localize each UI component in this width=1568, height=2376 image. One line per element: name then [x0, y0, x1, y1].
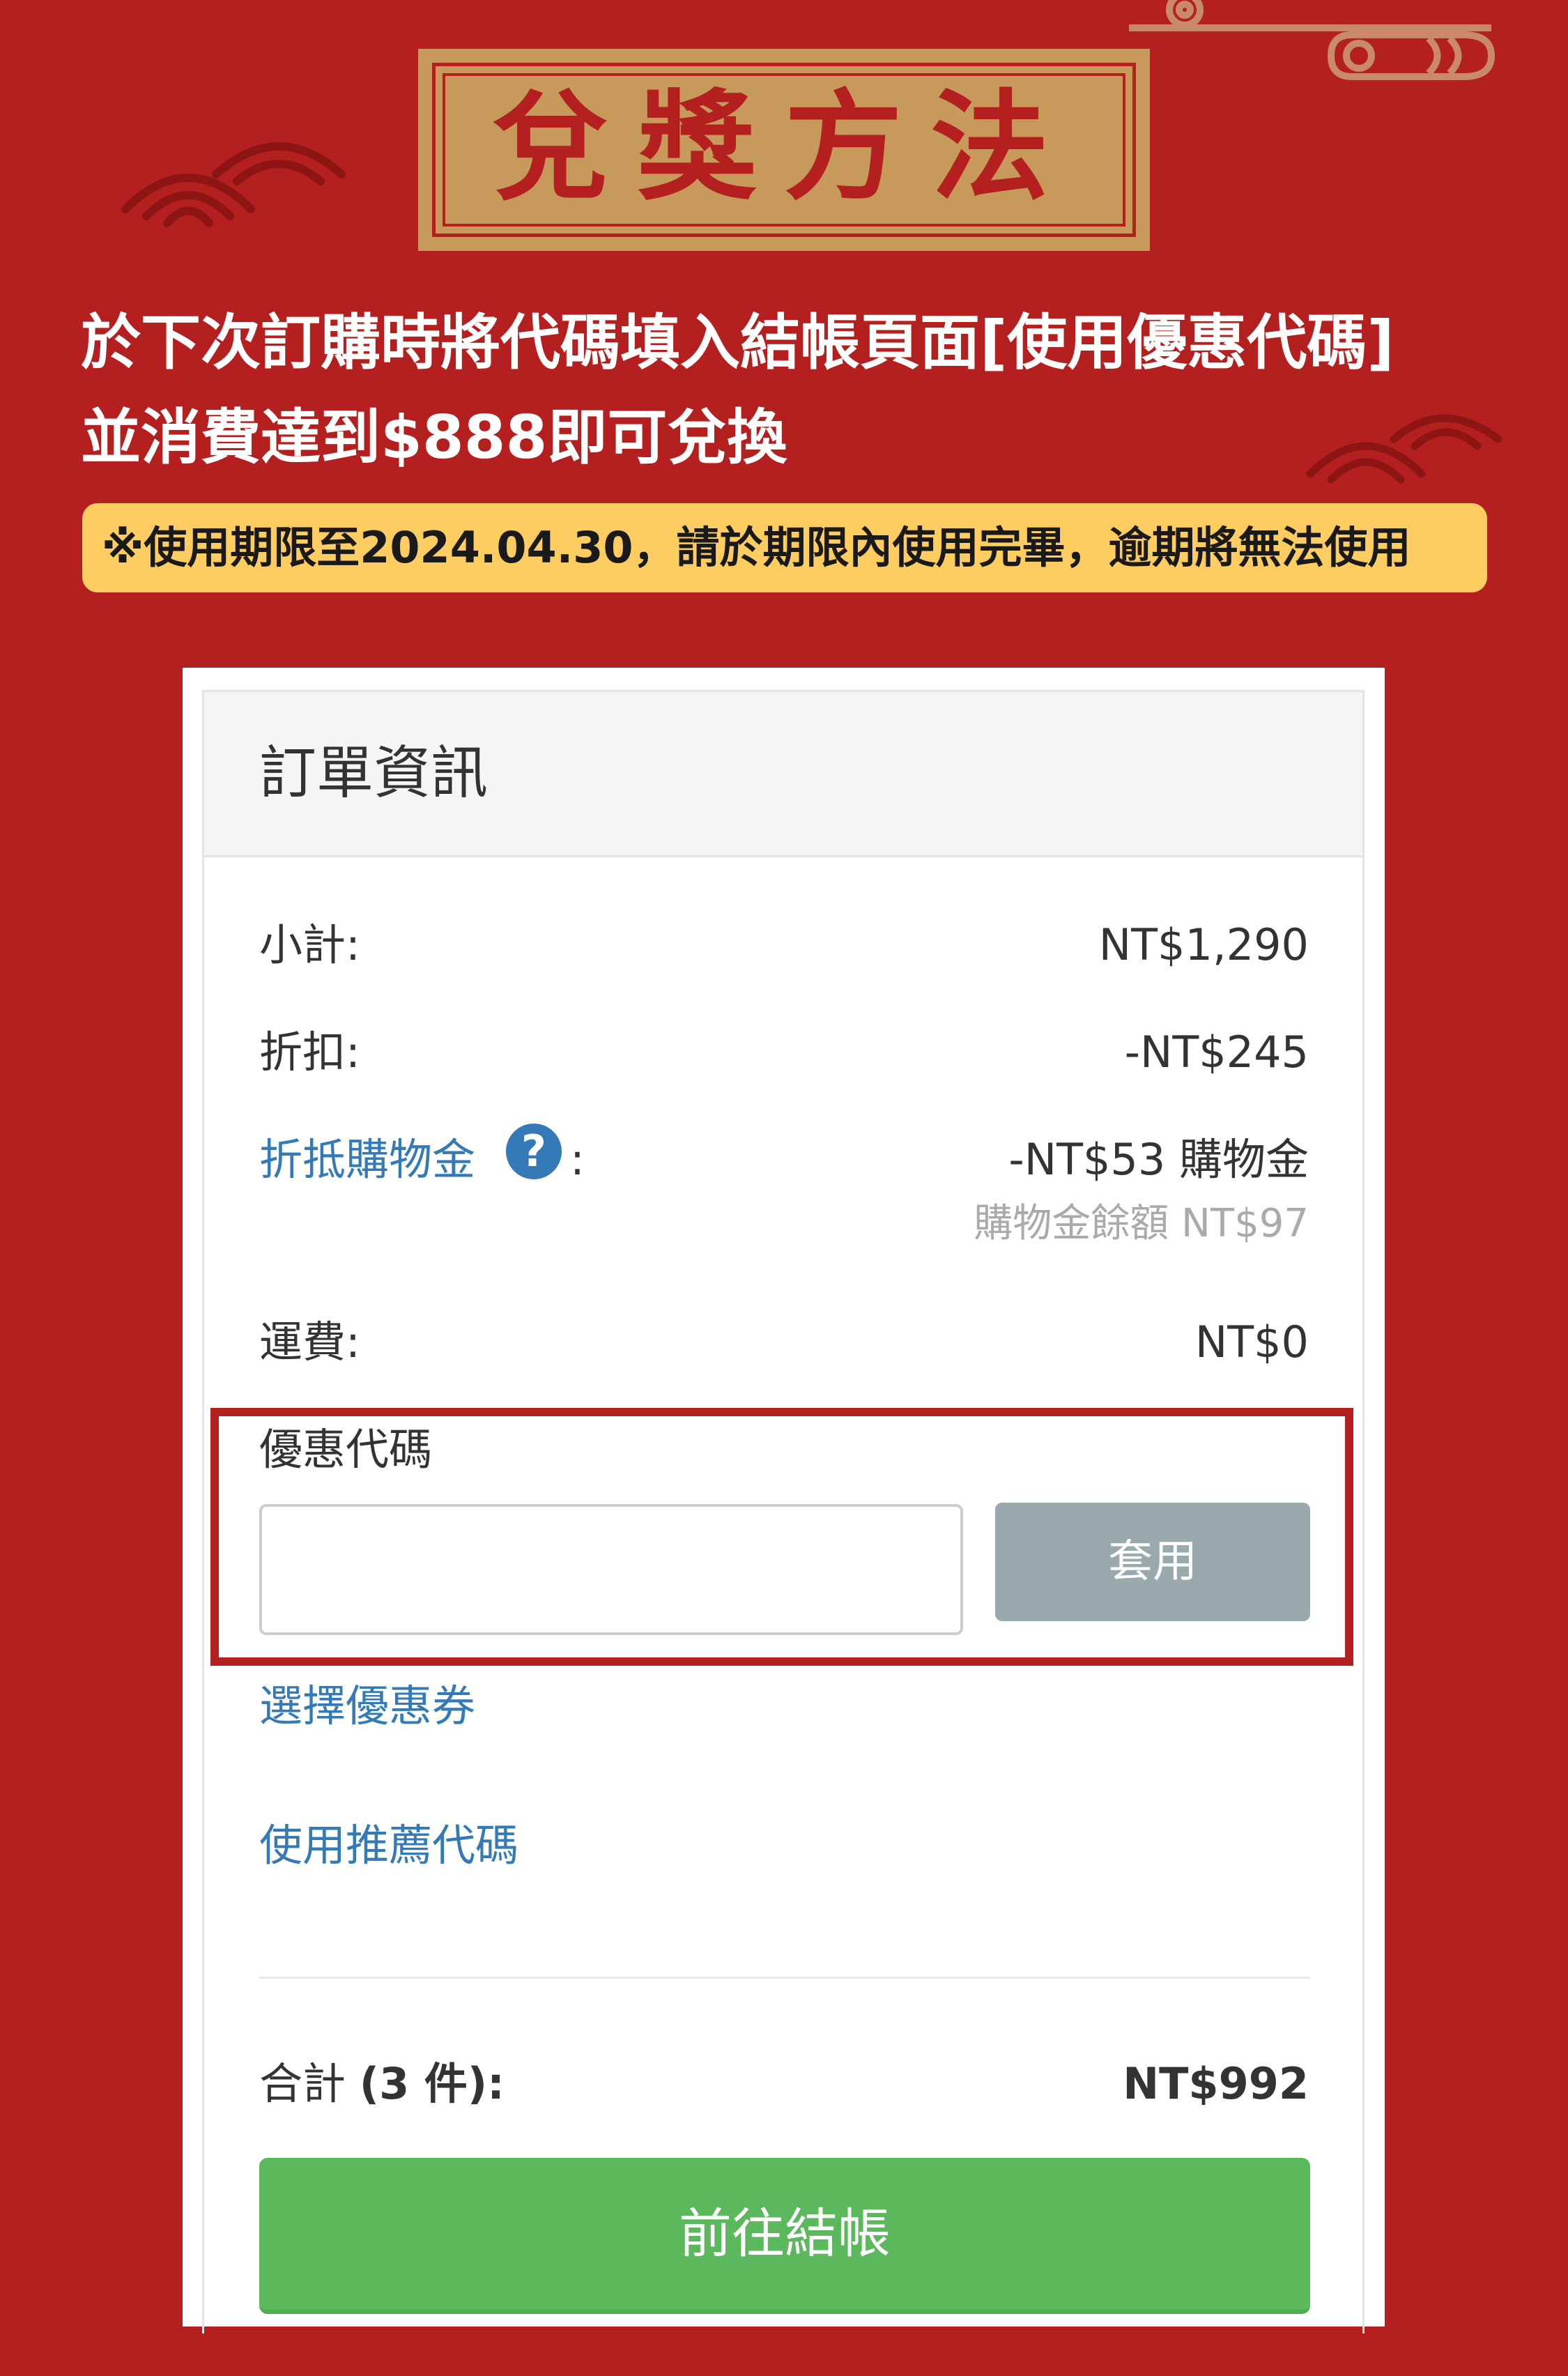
- coupon-code-input[interactable]: [259, 1504, 963, 1635]
- total-label: 合計 (3 件):: [259, 2056, 505, 2112]
- discount-label: 折扣:: [259, 1027, 360, 1078]
- shipping-label: 運費:: [259, 1317, 360, 1367]
- shipping-value: NT$0: [1194, 1317, 1309, 1367]
- total-label-prefix: 合計: [259, 2058, 346, 2109]
- instruction-line-1: 於下次訂購時將代碼填入結帳頁面[使用優惠代碼]: [81, 308, 1394, 378]
- referral-code-link[interactable]: 使用推薦代碼: [259, 1818, 518, 1873]
- store-credit-colon: :: [570, 1134, 585, 1185]
- total-item-count: (3 件):: [359, 2058, 505, 2109]
- discount-value: -NT$245: [1124, 1027, 1309, 1078]
- order-title: 訂單資訊: [259, 740, 489, 806]
- subtotal-value: NT$1,290: [1098, 919, 1309, 970]
- cloud-ornament-icon: [1129, 0, 1496, 80]
- apply-coupon-button[interactable]: 套用: [995, 1503, 1310, 1621]
- divider: [259, 1977, 1310, 1979]
- help-icon[interactable]: ?: [506, 1124, 562, 1179]
- store-credit-link[interactable]: 折抵購物金: [259, 1132, 475, 1188]
- title-plaque: 兌獎方法: [418, 49, 1150, 251]
- total-value: NT$992: [1123, 2058, 1309, 2109]
- instruction-line-2: 並消費達到$888即可兌換: [81, 403, 787, 473]
- page-title: 兌獎方法: [491, 77, 1077, 217]
- checkout-button[interactable]: 前往結帳: [259, 2158, 1310, 2314]
- wave-ornament-icon: [121, 142, 346, 227]
- expiry-notice: ※使用期限至2024.04.30，請於期限內使用完畢，逾期將無法使用: [82, 503, 1487, 592]
- coupon-label: 優惠代碼: [259, 1424, 433, 1475]
- select-coupon-link[interactable]: 選擇優惠券: [259, 1678, 475, 1734]
- store-credit-balance: 購物金餘額 NT$97: [974, 1201, 1309, 1246]
- subtotal-label: 小計:: [259, 919, 360, 970]
- store-credit-value: -NT$53 購物金: [1008, 1134, 1309, 1185]
